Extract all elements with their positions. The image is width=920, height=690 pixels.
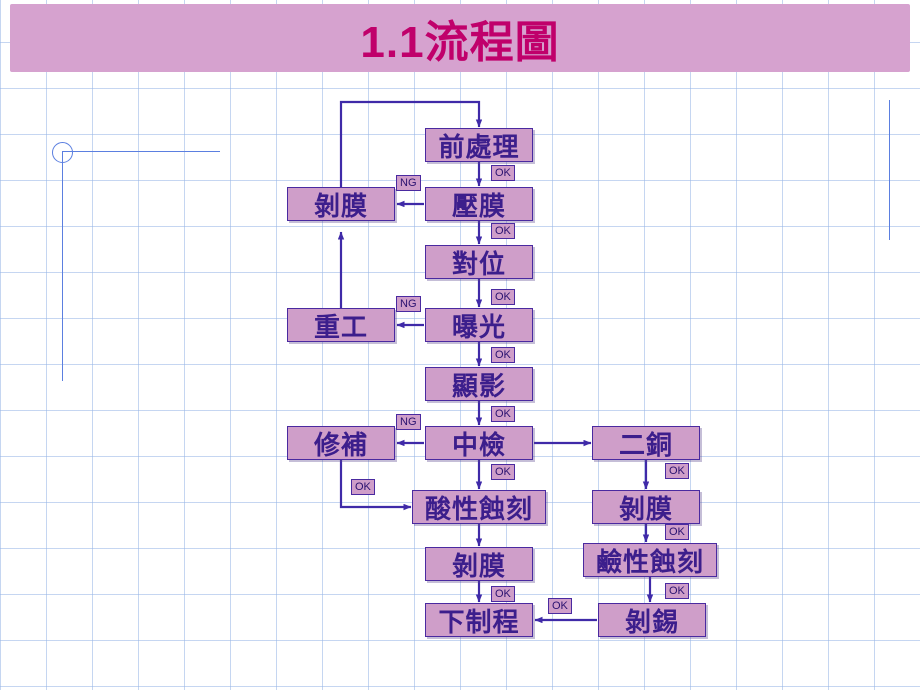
edge-label-ok4: OK [491, 347, 515, 363]
flow-node-align[interactable]: 對位 [425, 245, 533, 279]
flowchart-connectors [337, 100, 654, 624]
edge-label-ok5: OK [491, 406, 515, 422]
edge-label-ng3: NG [396, 414, 421, 430]
edge-label-ok12: OK [491, 586, 515, 602]
flow-node-strip1[interactable]: 剝膜 [287, 187, 395, 221]
edge-label-ok10: OK [665, 583, 689, 599]
flow-node-repair[interactable]: 修補 [287, 426, 395, 460]
edge-label-ok2: OK [491, 223, 515, 239]
edge-label-ok3: OK [491, 289, 515, 305]
edge-label-ok1: OK [491, 165, 515, 181]
edge-label-ok11: OK [548, 598, 572, 614]
flow-node-strip2[interactable]: 剝膜 [592, 490, 700, 524]
edge-label-ng1: NG [396, 175, 421, 191]
flow-node-develop[interactable]: 顯影 [425, 367, 533, 401]
flow-node-strip3[interactable]: 剝膜 [425, 547, 533, 581]
flow-node-nextproc[interactable]: 下制程 [425, 603, 533, 637]
flow-node-alkaetch[interactable]: 鹼性蝕刻 [583, 543, 717, 577]
flow-node-detin[interactable]: 剝錫 [598, 603, 706, 637]
edge-label-ok8: OK [665, 463, 689, 479]
flow-node-expose[interactable]: 曝光 [425, 308, 533, 342]
edge-label-ok7: OK [351, 479, 375, 495]
flow-node-lam[interactable]: 壓膜 [425, 187, 533, 221]
edge-label-ok6: OK [491, 464, 515, 480]
flow-node-rework[interactable]: 重工 [287, 308, 395, 342]
edge-label-ok9: OK [665, 524, 689, 540]
flow-node-midcheck[interactable]: 中檢 [425, 426, 533, 460]
edge-label-ng2: NG [396, 296, 421, 312]
flow-node-copper2[interactable]: 二銅 [592, 426, 700, 460]
flow-node-acidetch[interactable]: 酸性蝕刻 [412, 490, 546, 524]
flow-node-pre[interactable]: 前處理 [425, 128, 533, 162]
